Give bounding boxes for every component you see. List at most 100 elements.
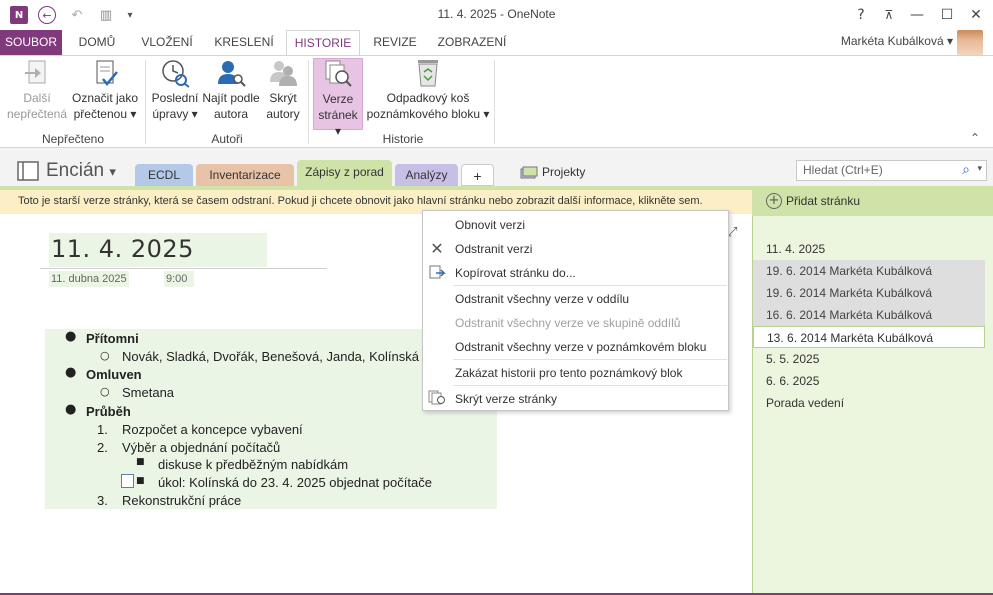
minimize-button[interactable]: — [906, 5, 928, 25]
agenda-item-2-sub[interactable]: diskuse k předběžným nabídkám [158, 457, 348, 472]
next-unread-label-2: nepřečtená [6, 107, 68, 121]
page-versions-icon [428, 390, 446, 406]
page-versions-button[interactable]: Verze stránek ▾ [313, 58, 363, 138]
sub-bullet-icon: ○ [100, 349, 110, 362]
present-names[interactable]: Novák, Sladká, Dvořák, Benešová, Janda, … [122, 349, 419, 364]
todo-checkbox[interactable] [121, 474, 134, 488]
menu-separator [453, 385, 727, 386]
section-tab-zapisy[interactable]: Zápisy z porad [297, 160, 392, 187]
recent-edits-label-2: úpravy ▾ [152, 107, 198, 121]
search-scope-chevron-icon[interactable]: ▾ [977, 163, 982, 174]
group-separator [145, 60, 146, 144]
menu-item-restore-version[interactable]: Obnovit verzi [455, 218, 525, 232]
user-name: Markéta Kubálková [840, 34, 944, 48]
group-label-authors: Autoři [211, 132, 243, 146]
avatar[interactable] [957, 30, 983, 55]
add-page-icon[interactable]: + [766, 193, 782, 209]
tab-review[interactable]: REVIZE [366, 30, 424, 55]
menu-item-delete-notebook-versions[interactable]: Odstranit všechny verze v poznámkovém bl… [455, 340, 706, 354]
menu-item-hide-page-versions[interactable]: Skrýt verze stránky [455, 392, 557, 406]
menu-item-delete-version[interactable]: Odstranit verzi [455, 242, 532, 256]
add-section-button[interactable]: + [461, 164, 494, 186]
next-unread-icon [21, 58, 53, 88]
tab-file[interactable]: SOUBOR [0, 30, 62, 55]
page-version-item[interactable]: 16. 6. 2014 Markéta Kubálková [753, 304, 985, 326]
recent-edits-button[interactable]: Poslední úpravy ▾ [149, 58, 201, 122]
ribbon: Další nepřečtená Označit jako přečtenou … [0, 55, 993, 148]
menu-item-copy-page[interactable]: Kopírovat stránku do... [455, 266, 576, 280]
chevron-down-icon: ▾ [109, 164, 116, 179]
section-group-projekty[interactable]: Projekty [542, 165, 585, 179]
page-item[interactable]: 6. 6. 2025 [753, 370, 985, 392]
sub-bullet-icon: ○ [100, 385, 110, 398]
help-button[interactable]: ? [850, 5, 872, 25]
find-author-icon [215, 58, 247, 88]
page-date: 11. dubna 2025 [49, 271, 129, 287]
notebook-picker[interactable]: Encián ▾ [46, 160, 116, 182]
list-number: 1. [97, 422, 108, 437]
search-icon[interactable]: ⌕ [962, 161, 970, 178]
present-heading[interactable]: Přítomni [86, 331, 139, 346]
window-title: 11. 4. 2025 - OneNote [437, 7, 556, 21]
tab-history[interactable]: HISTORIE [286, 30, 360, 56]
tab-home[interactable]: DOMŮ [68, 30, 126, 55]
group-label-history: Historie [382, 132, 424, 146]
page-version-item[interactable]: 19. 6. 2014 Markéta Kubálková [753, 282, 985, 304]
page-item[interactable]: 11. 4. 2025 [753, 238, 985, 260]
recent-edits-icon [159, 58, 191, 88]
mark-as-read-button[interactable]: Označit jako přečtenou ▾ [70, 58, 140, 122]
recycle-bin-label: Odpadkový koš [386, 91, 470, 105]
close-button[interactable]: ✕ [965, 5, 987, 25]
page-version-item[interactable]: 19. 6. 2014 Markéta Kubálková [753, 260, 985, 282]
menu-separator [453, 285, 727, 286]
section-group-icon [520, 166, 538, 180]
menu-separator [453, 359, 727, 360]
page-item[interactable]: Porada vedení [753, 392, 985, 414]
mark-read-label: Označit jako [71, 91, 139, 105]
agenda-item-2[interactable]: Výběr a objednání počítačů [122, 440, 280, 455]
section-tab-ecdl[interactable]: ECDL [135, 164, 193, 186]
hide-authors-icon [267, 58, 299, 88]
menu-item-delete-group-versions[interactable]: Odstranit všechny verze ve skupině oddíl… [455, 316, 680, 330]
add-page-button[interactable]: Přidat stránku [752, 186, 993, 216]
page-version-item-selected[interactable]: 13. 6. 2014 Markéta Kubálková [753, 326, 985, 348]
find-by-author-button[interactable]: Najít podle autora [201, 58, 261, 122]
page-versions-label: Verze [322, 92, 354, 106]
agenda-item-3[interactable]: Rekonstrukční práce [122, 493, 241, 508]
delete-x-icon: ✕ [430, 239, 444, 258]
agenda-item-2-task[interactable]: úkol: Kolínská do 23. 4. 2025 objednat p… [158, 475, 432, 490]
maximize-button[interactable]: ☐ [936, 5, 958, 25]
page-title[interactable]: 11. 4. 2025 [51, 235, 194, 263]
search-input[interactable]: Hledat (Ctrl+E) ⌕ ▾ [796, 160, 987, 181]
agenda-item-1[interactable]: Rozpočet a koncepce vybavení [122, 422, 303, 437]
next-unread-button[interactable]: Další nepřečtená [6, 58, 68, 122]
notebook-recycle-bin-button[interactable]: Odpadkový koš poznámkového bloku ▾ [366, 58, 490, 122]
section-tab-analyzy[interactable]: Analýzy [395, 164, 458, 186]
menu-item-disable-history[interactable]: Zakázat historii pro tento poznámkový bl… [455, 366, 682, 380]
list-number: 3. [97, 493, 108, 508]
tab-insert[interactable]: VLOŽENÍ [134, 30, 200, 55]
version-context-menu: Obnovit verzi ✕ Odstranit verzi Kopírova… [422, 210, 729, 411]
hide-authors-button[interactable]: Skrýt autory [263, 58, 303, 122]
tab-view[interactable]: ZOBRAZENÍ [430, 30, 514, 55]
group-separator [308, 60, 309, 144]
title-bar: N ← ↶ ▥ ▾ 11. 4. 2025 - OneNote ? ⊼ — ☐ … [0, 0, 993, 30]
progress-heading[interactable]: Průběh [86, 404, 131, 419]
mark-read-icon [89, 58, 121, 88]
hide-authors-label: Skrýt [269, 91, 297, 105]
user-account[interactable]: Markéta Kubálková ▾ [841, 34, 953, 48]
section-tab-inventarizace[interactable]: Inventarizace [196, 164, 294, 186]
notebook-name: Encián [46, 160, 105, 181]
ribbon-tabs: SOUBOR DOMŮ VLOŽENÍ KRESLENÍ HISTORIE RE… [0, 30, 993, 56]
square-bullet-icon: ■ [136, 457, 145, 467]
recycle-bin-label-2: poznámkového bloku ▾ [366, 107, 490, 121]
ribbon-display-button[interactable]: ⊼ [878, 5, 900, 25]
square-bullet-icon: ■ [136, 476, 145, 486]
excused-heading[interactable]: Omluven [86, 367, 142, 382]
excused-name[interactable]: Smetana [122, 385, 174, 400]
menu-item-delete-section-versions[interactable]: Odstranit všechny verze v oddílu [455, 292, 629, 306]
collapse-ribbon-icon[interactable]: ⌃ [970, 131, 980, 145]
page-item[interactable]: 5. 5. 2025 [753, 348, 985, 370]
list-number: 2. [97, 440, 108, 455]
tab-draw[interactable]: KRESLENÍ [208, 30, 280, 55]
